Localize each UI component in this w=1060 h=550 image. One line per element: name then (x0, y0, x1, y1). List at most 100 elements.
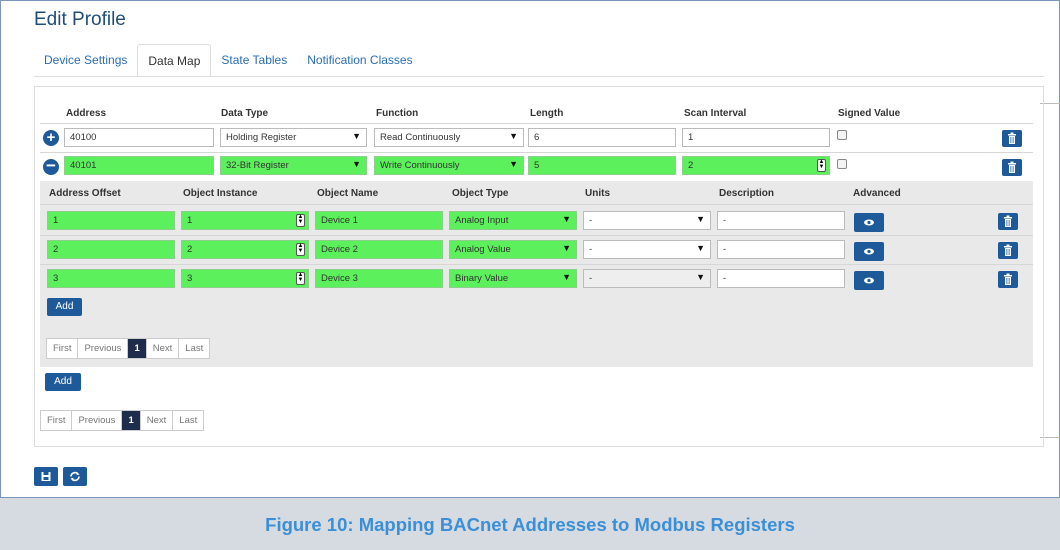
scan-interval-value: 2 (688, 160, 694, 171)
pager-first[interactable]: First (47, 339, 79, 358)
object-instance-input[interactable]: 1 ▲ ▼ (181, 211, 309, 230)
trash-icon (1008, 161, 1016, 173)
spinner-icon[interactable]: ▲ ▼ (296, 243, 305, 256)
tab-divider (34, 76, 1044, 77)
units-value: - (589, 215, 593, 226)
function-value: Write Continuously (380, 160, 460, 171)
header-scan-interval: Scan Interval (684, 108, 747, 119)
object-type-value: Binary Value (455, 273, 509, 284)
tab-notification-classes[interactable]: Notification Classes (297, 44, 422, 77)
dropdown-arrow-icon: ▼ (352, 131, 361, 141)
dropdown-arrow-icon: ▼ (509, 159, 518, 169)
tab-device-settings[interactable]: Device Settings (34, 44, 137, 77)
units-select[interactable]: - ▼ (583, 211, 711, 230)
map-pager: First Previous 1 Next Last (40, 410, 205, 431)
object-type-value: Analog Value (455, 244, 511, 255)
address-offset-input[interactable]: 3 (47, 269, 175, 288)
pager-last[interactable]: Last (179, 339, 209, 358)
scan-interval-input[interactable]: 1 (682, 128, 830, 147)
header-data-type: Data Type (221, 108, 269, 119)
delete-button[interactable] (998, 271, 1018, 288)
refresh-icon (70, 471, 80, 482)
delete-button[interactable] (1002, 130, 1022, 147)
advanced-button[interactable] (854, 242, 884, 261)
save-button[interactable] (34, 467, 58, 486)
length-input[interactable]: 5 (528, 156, 676, 175)
delete-button[interactable] (998, 213, 1018, 230)
description-input[interactable]: - (717, 269, 845, 288)
description-input[interactable]: - (717, 211, 845, 230)
pager-next[interactable]: Next (141, 411, 174, 430)
delete-button[interactable] (998, 242, 1018, 259)
address-offset-input[interactable]: 1 (47, 211, 175, 230)
add-object-button[interactable]: Add (47, 298, 82, 316)
signed-value-checkbox[interactable] (837, 159, 847, 169)
header-object-name: Object Name (317, 188, 379, 199)
trash-icon (1004, 215, 1012, 227)
data-type-select[interactable]: Holding Register ▼ (220, 128, 367, 147)
header-signed-value: Signed Value (838, 108, 901, 119)
units-select[interactable]: - ▼ (583, 240, 711, 259)
object-name-input[interactable]: Device 3 (315, 269, 443, 288)
row-divider (40, 235, 1033, 236)
object-instance-value: 1 (187, 215, 193, 226)
header-units: Units (585, 188, 610, 199)
units-value: - (589, 273, 593, 284)
signed-value-checkbox[interactable] (837, 130, 847, 140)
objects-pager: First Previous 1 Next Last (46, 338, 211, 359)
tab-data-map[interactable]: Data Map (137, 44, 212, 77)
dropdown-arrow-icon: ▼ (562, 272, 571, 282)
advanced-button[interactable] (854, 213, 884, 232)
object-name-input[interactable]: Device 2 (315, 240, 443, 259)
header-length: Length (530, 108, 564, 119)
advanced-button[interactable] (854, 271, 884, 290)
header-object-instance: Object Instance (183, 188, 258, 199)
tab-bar: Device Settings Data Map State Tables No… (34, 44, 423, 77)
units-select[interactable]: - ▼ (583, 269, 711, 288)
pager-last[interactable]: Last (173, 411, 203, 430)
plus-circle-icon[interactable]: + (43, 130, 59, 146)
address-input[interactable]: 40101 (64, 156, 214, 175)
pager-previous[interactable]: Previous (78, 339, 129, 358)
spinner-icon[interactable]: ▲ ▼ (296, 214, 305, 227)
function-select[interactable]: Read Continuously ▼ (374, 128, 524, 147)
trash-icon (1004, 244, 1012, 256)
refresh-button[interactable] (63, 467, 87, 486)
object-instance-value: 3 (187, 273, 193, 284)
eye-icon (864, 248, 874, 255)
function-select[interactable]: Write Continuously ▼ (374, 156, 524, 175)
tab-state-tables[interactable]: State Tables (211, 44, 297, 77)
dropdown-arrow-icon: ▼ (696, 214, 705, 224)
pager-current[interactable]: 1 (128, 339, 147, 358)
header-function: Function (376, 108, 419, 119)
length-input[interactable]: 6 (528, 128, 676, 147)
address-input[interactable]: 40100 (64, 128, 214, 147)
eye-icon (864, 277, 874, 284)
data-type-select[interactable]: 32-Bit Register ▼ (220, 156, 367, 175)
object-instance-input[interactable]: 3 ▲ ▼ (181, 269, 309, 288)
pager-first[interactable]: First (41, 411, 73, 430)
address-offset-input[interactable]: 2 (47, 240, 175, 259)
spinner-icon[interactable]: ▲ ▼ (296, 272, 305, 285)
dropdown-arrow-icon: ▼ (509, 131, 518, 141)
figure-caption: Figure 10: Mapping BACnet Addresses to M… (0, 497, 1060, 550)
minus-circle-icon[interactable]: − (43, 157, 59, 175)
object-type-select[interactable]: Analog Value ▼ (449, 240, 577, 259)
pager-next[interactable]: Next (147, 339, 180, 358)
pager-current[interactable]: 1 (122, 411, 141, 430)
dropdown-arrow-icon: ▼ (562, 214, 571, 224)
scan-interval-input[interactable]: 2 ▲ ▼ (682, 156, 830, 175)
header-address-offset: Address Offset (49, 188, 121, 199)
trash-icon (1008, 132, 1016, 144)
description-input[interactable]: - (717, 240, 845, 259)
object-instance-value: 2 (187, 244, 193, 255)
object-instance-input[interactable]: 2 ▲ ▼ (181, 240, 309, 259)
object-type-select[interactable]: Binary Value ▼ (449, 269, 577, 288)
spinner-icon[interactable]: ▲ ▼ (817, 159, 826, 172)
object-type-select[interactable]: Analog Input ▼ (449, 211, 577, 230)
object-name-input[interactable]: Device 1 (315, 211, 443, 230)
add-map-button[interactable]: Add (45, 373, 81, 391)
function-value: Read Continuously (380, 132, 461, 143)
delete-button[interactable] (1002, 159, 1022, 176)
pager-previous[interactable]: Previous (72, 411, 123, 430)
